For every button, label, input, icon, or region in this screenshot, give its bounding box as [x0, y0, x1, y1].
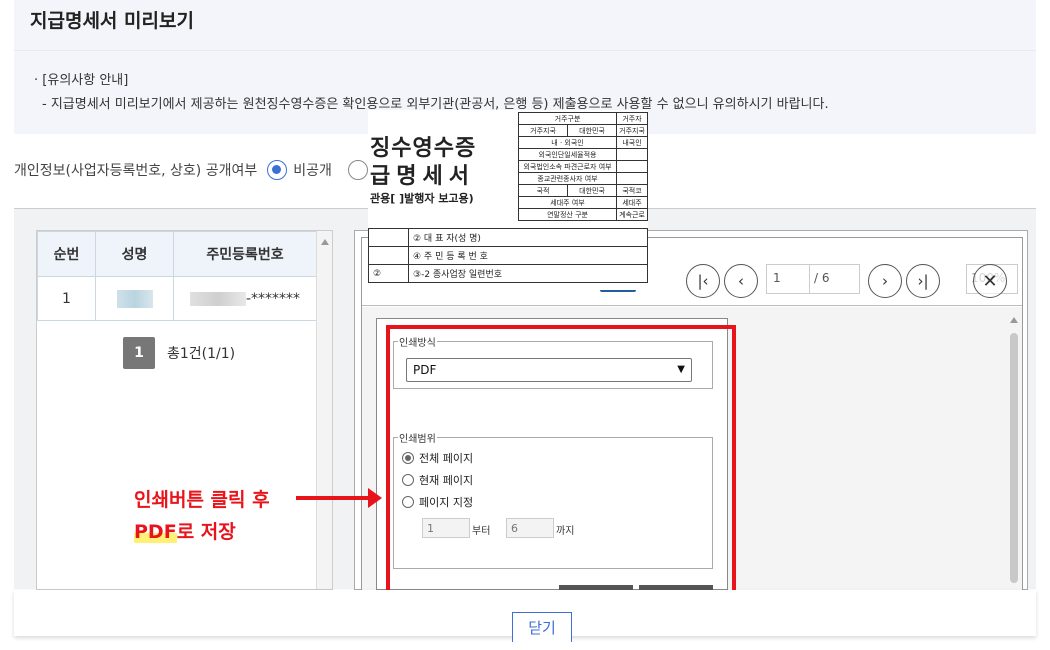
- grid-cell: 국적: [517, 184, 569, 197]
- privacy-public-radio[interactable]: [347, 160, 368, 180]
- masked-rrn: [189, 291, 246, 306]
- grid-cell: 거주구분: [517, 112, 618, 125]
- grid-cell: 거주지국: [616, 124, 648, 137]
- recipient-table: 순번 성명 주민등록번호 1 -*******: [37, 231, 317, 321]
- doc-row-cell: [368, 228, 409, 247]
- notice-heading-text: [유의사항 안내]: [42, 73, 129, 88]
- annotation-save: 로 저장: [176, 521, 236, 543]
- grid-cell: 계속근로: [616, 208, 648, 221]
- rrn-suffix: -*******: [245, 290, 301, 307]
- footer-bar: 닫기: [14, 590, 1036, 642]
- annotation-arrow-icon: [368, 488, 382, 508]
- grid-cell: 종교관련종사자 여부: [517, 172, 618, 185]
- grid-cell: 세대주 여부: [517, 196, 618, 209]
- col-no-header: 순번: [37, 231, 96, 277]
- row-rrn[interactable]: -*******: [173, 276, 317, 321]
- list-scrollbar[interactable]: [316, 231, 332, 589]
- privacy-private-radio[interactable]: [267, 160, 288, 180]
- doc-subtitle: 관용[ ]발행자 보고용): [370, 192, 474, 205]
- next-page-button[interactable]: ›: [868, 264, 902, 298]
- table-row[interactable]: 1 -*******: [37, 276, 317, 321]
- close-button[interactable]: 닫기: [512, 612, 572, 642]
- doc-rows: ② 대 표 자(성 명) ④ 주 민 등 록 번 호 ② ③-2 종사업장 일련번…: [368, 228, 648, 283]
- annotation-line1: 인쇄버튼 클릭 후: [134, 489, 270, 511]
- page-1-button[interactable]: 1: [123, 337, 155, 369]
- grid-cell: 외국법인소속 파견근로자 여부: [517, 160, 618, 173]
- prev-page-button[interactable]: ‹: [724, 264, 758, 298]
- annotation-arrow-line: [296, 496, 370, 500]
- privacy-setting: 개인정보(사업자등록번호, 상호) 공개여부 비공개 공개: [14, 160, 400, 180]
- doc-row-cell: ② 대 표 자(성 명): [408, 228, 648, 247]
- grid-cell: 대한민국: [567, 124, 618, 137]
- page-total: / 6: [810, 264, 860, 294]
- annotation-pdf: PDF: [134, 521, 177, 543]
- scroll-up-icon[interactable]: [321, 239, 329, 245]
- first-page-button[interactable]: |‹: [686, 264, 720, 298]
- viewer-close-button[interactable]: ✕: [973, 264, 1007, 298]
- grid-cell: 거주자: [616, 112, 648, 125]
- doc-scrollbar[interactable]: [1008, 315, 1020, 591]
- doc-title-line2: 급명세서: [370, 164, 475, 189]
- row-no[interactable]: 1: [37, 276, 96, 321]
- grid-cell: 대한민국: [567, 184, 618, 197]
- col-rrn-header: 주민등록번호: [173, 231, 317, 277]
- doc-row-cell: ③-2 종사업장 일련번호: [408, 264, 648, 283]
- grid-cell: 거주지국: [517, 124, 569, 137]
- doc-scroll-thumb[interactable]: [1010, 333, 1018, 583]
- row-name-masked[interactable]: [95, 276, 174, 321]
- notice-heading: · [유의사항 안내]: [34, 69, 128, 88]
- doc-scroll-up-icon[interactable]: [1010, 317, 1018, 323]
- grid-cell: 내국인: [616, 136, 648, 149]
- page-title: 지급명세서 미리보기: [30, 10, 194, 32]
- annotation-line2: PDF로 저장: [134, 516, 270, 548]
- notice-bullet: ·: [34, 73, 39, 88]
- highlight-box: [386, 325, 736, 612]
- masked-name: [116, 289, 153, 308]
- privacy-label: 개인정보(사업자등록번호, 상호) 공개여부: [14, 163, 258, 179]
- doc-row-cell: ④ 주 민 등 록 번 호: [408, 246, 648, 265]
- grid-cell: [616, 148, 648, 161]
- document-page: 징수영수증 급명세서 관용[ ]발행자 보고용) 거주구분 거주자 거주지국 대한민…: [368, 110, 648, 290]
- last-page-button[interactable]: ›|: [906, 264, 940, 298]
- pager-summary: 총1건(1/1): [167, 346, 236, 362]
- grid-cell: 내 · 외국인: [517, 136, 618, 149]
- grid-cell: 세대주: [616, 196, 648, 209]
- grid-cell: 외국인단일세율적용: [517, 148, 618, 161]
- title-bar: 지급명세서 미리보기: [14, 0, 1036, 50]
- grid-cell: 국적코: [616, 184, 648, 197]
- page-input[interactable]: 1: [766, 264, 810, 294]
- doc-info-grid: 거주구분 거주자 거주지국 대한민국 거주지국 내 · 외국인 내국인 외국인단일세율적…: [517, 112, 648, 221]
- annotation-text: 인쇄버튼 클릭 후 PDF로 저장: [134, 484, 270, 548]
- doc-row-cell: [368, 246, 409, 265]
- list-pager: 1 총1건(1/1): [123, 337, 235, 369]
- grid-cell: 연말정산 구분: [517, 208, 618, 221]
- col-name-header: 성명: [95, 231, 174, 277]
- doc-row-cell: ②: [368, 264, 409, 283]
- privacy-private-label[interactable]: 비공개: [293, 160, 332, 180]
- grid-cell: [616, 172, 648, 185]
- grid-cell: [616, 160, 648, 173]
